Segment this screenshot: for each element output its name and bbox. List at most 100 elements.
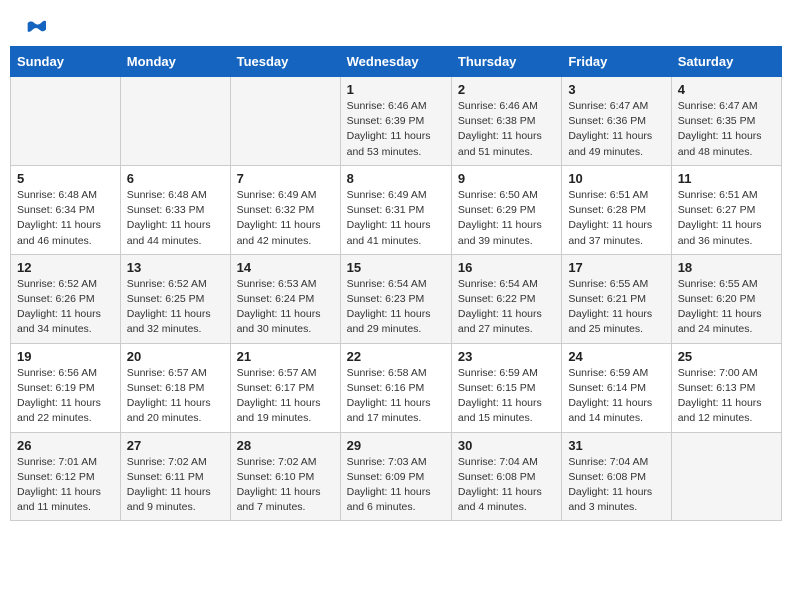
- calendar-cell: 7 Sunrise: 6:49 AM Sunset: 6:32 PM Daylig…: [230, 165, 340, 254]
- day-info: Sunrise: 6:57 AM Sunset: 6:17 PM Dayligh…: [237, 366, 334, 427]
- day-info: Sunrise: 6:54 AM Sunset: 6:22 PM Dayligh…: [458, 277, 555, 338]
- calendar-week-2: 12 Sunrise: 6:52 AM Sunset: 6:26 PM Dayli…: [11, 254, 782, 343]
- weekday-header-monday: Monday: [120, 47, 230, 77]
- calendar-cell: [230, 77, 340, 166]
- day-info: Sunrise: 7:02 AM Sunset: 6:11 PM Dayligh…: [127, 455, 224, 516]
- day-info: Sunrise: 6:58 AM Sunset: 6:16 PM Dayligh…: [347, 366, 445, 427]
- day-number: 14: [237, 260, 334, 275]
- calendar-cell: 28 Sunrise: 7:02 AM Sunset: 6:10 PM Dayli…: [230, 432, 340, 521]
- calendar-header: SundayMondayTuesdayWednesdayThursdayFrid…: [11, 47, 782, 77]
- day-number: 25: [678, 349, 775, 364]
- day-number: 24: [568, 349, 664, 364]
- day-number: 13: [127, 260, 224, 275]
- day-number: 18: [678, 260, 775, 275]
- calendar-week-0: 1 Sunrise: 6:46 AM Sunset: 6:39 PM Daylig…: [11, 77, 782, 166]
- day-info: Sunrise: 7:02 AM Sunset: 6:10 PM Dayligh…: [237, 455, 334, 516]
- calendar-cell: 20Sunrise: 6:57 AM Sunset: 6:18 PM Dayli…: [120, 343, 230, 432]
- calendar-cell: 4 Sunrise: 6:47 AM Sunset: 6:35 PM Daylig…: [671, 77, 781, 166]
- day-number: 31: [568, 438, 664, 453]
- day-info: Sunrise: 6:47 AM Sunset: 6:35 PM Dayligh…: [678, 99, 775, 160]
- day-number: 12: [17, 260, 114, 275]
- day-number: 27: [127, 438, 224, 453]
- calendar-week-4: 26Sunrise: 7:01 AM Sunset: 6:12 PM Dayli…: [11, 432, 782, 521]
- calendar-cell: 21 Sunrise: 6:57 AM Sunset: 6:17 PM Dayli…: [230, 343, 340, 432]
- calendar-cell: 10Sunrise: 6:51 AM Sunset: 6:28 PM Dayli…: [562, 165, 671, 254]
- calendar-cell: 17 Sunrise: 6:55 AM Sunset: 6:21 PM Dayli…: [562, 254, 671, 343]
- day-number: 16: [458, 260, 555, 275]
- day-info: Sunrise: 7:04 AM Sunset: 6:08 PM Dayligh…: [458, 455, 555, 516]
- day-info: Sunrise: 6:55 AM Sunset: 6:21 PM Dayligh…: [568, 277, 664, 338]
- weekday-header-wednesday: Wednesday: [340, 47, 451, 77]
- weekday-header-thursday: Thursday: [451, 47, 561, 77]
- calendar-cell: 2 Sunrise: 6:46 AM Sunset: 6:38 PM Daylig…: [451, 77, 561, 166]
- calendar-cell: 9 Sunrise: 6:50 AM Sunset: 6:29 PM Daylig…: [451, 165, 561, 254]
- weekday-header-tuesday: Tuesday: [230, 47, 340, 77]
- day-info: Sunrise: 6:48 AM Sunset: 6:34 PM Dayligh…: [17, 188, 114, 249]
- calendar-cell: 12 Sunrise: 6:52 AM Sunset: 6:26 PM Dayli…: [11, 254, 121, 343]
- day-info: Sunrise: 7:00 AM Sunset: 6:13 PM Dayligh…: [678, 366, 775, 427]
- day-number: 29: [347, 438, 445, 453]
- calendar-cell: 31Sunrise: 7:04 AM Sunset: 6:08 PM Dayli…: [562, 432, 671, 521]
- calendar-cell: 13 Sunrise: 6:52 AM Sunset: 6:25 PM Dayli…: [120, 254, 230, 343]
- day-number: 2: [458, 82, 555, 97]
- calendar-cell: 26Sunrise: 7:01 AM Sunset: 6:12 PM Dayli…: [11, 432, 121, 521]
- day-info: Sunrise: 6:48 AM Sunset: 6:33 PM Dayligh…: [127, 188, 224, 249]
- calendar-cell: [120, 77, 230, 166]
- calendar-cell: 8Sunrise: 6:49 AM Sunset: 6:31 PM Daylig…: [340, 165, 451, 254]
- day-info: Sunrise: 6:50 AM Sunset: 6:29 PM Dayligh…: [458, 188, 555, 249]
- calendar-cell: 18 Sunrise: 6:55 AM Sunset: 6:20 PM Dayli…: [671, 254, 781, 343]
- calendar-cell: 14Sunrise: 6:53 AM Sunset: 6:24 PM Dayli…: [230, 254, 340, 343]
- calendar-cell: 19Sunrise: 6:56 AM Sunset: 6:19 PM Dayli…: [11, 343, 121, 432]
- weekday-header-saturday: Saturday: [671, 47, 781, 77]
- day-info: Sunrise: 6:46 AM Sunset: 6:39 PM Dayligh…: [347, 99, 445, 160]
- day-number: 21: [237, 349, 334, 364]
- calendar-container: SundayMondayTuesdayWednesdayThursdayFrid…: [0, 46, 792, 531]
- calendar-cell: 6 Sunrise: 6:48 AM Sunset: 6:33 PM Daylig…: [120, 165, 230, 254]
- day-info: Sunrise: 7:03 AM Sunset: 6:09 PM Dayligh…: [347, 455, 445, 516]
- calendar-cell: 11 Sunrise: 6:51 AM Sunset: 6:27 PM Dayli…: [671, 165, 781, 254]
- day-number: 23: [458, 349, 555, 364]
- day-info: Sunrise: 6:52 AM Sunset: 6:25 PM Dayligh…: [127, 277, 224, 338]
- calendar-cell: 30 Sunrise: 7:04 AM Sunset: 6:08 PM Dayli…: [451, 432, 561, 521]
- day-number: 11: [678, 171, 775, 186]
- logo-wave-icon: [26, 18, 46, 38]
- day-number: 20: [127, 349, 224, 364]
- calendar-cell: 5 Sunrise: 6:48 AM Sunset: 6:34 PM Daylig…: [11, 165, 121, 254]
- day-info: Sunrise: 6:51 AM Sunset: 6:27 PM Dayligh…: [678, 188, 775, 249]
- day-number: 10: [568, 171, 664, 186]
- calendar-cell: 24 Sunrise: 6:59 AM Sunset: 6:14 PM Dayli…: [562, 343, 671, 432]
- calendar-cell: 22Sunrise: 6:58 AM Sunset: 6:16 PM Dayli…: [340, 343, 451, 432]
- calendar-cell: 16 Sunrise: 6:54 AM Sunset: 6:22 PM Dayli…: [451, 254, 561, 343]
- calendar-cell: 27 Sunrise: 7:02 AM Sunset: 6:11 PM Dayli…: [120, 432, 230, 521]
- weekday-header-friday: Friday: [562, 47, 671, 77]
- calendar-week-1: 5 Sunrise: 6:48 AM Sunset: 6:34 PM Daylig…: [11, 165, 782, 254]
- day-info: Sunrise: 6:59 AM Sunset: 6:14 PM Dayligh…: [568, 366, 664, 427]
- day-info: Sunrise: 6:52 AM Sunset: 6:26 PM Dayligh…: [17, 277, 114, 338]
- day-number: 9: [458, 171, 555, 186]
- calendar-cell: [671, 432, 781, 521]
- calendar-cell: 3Sunrise: 6:47 AM Sunset: 6:36 PM Daylig…: [562, 77, 671, 166]
- weekday-header-sunday: Sunday: [11, 47, 121, 77]
- day-number: 7: [237, 171, 334, 186]
- day-number: 26: [17, 438, 114, 453]
- day-info: Sunrise: 6:55 AM Sunset: 6:20 PM Dayligh…: [678, 277, 775, 338]
- day-info: Sunrise: 6:46 AM Sunset: 6:38 PM Dayligh…: [458, 99, 555, 160]
- day-info: Sunrise: 6:54 AM Sunset: 6:23 PM Dayligh…: [347, 277, 445, 338]
- day-number: 15: [347, 260, 445, 275]
- calendar-cell: [11, 77, 121, 166]
- day-number: 19: [17, 349, 114, 364]
- day-number: 6: [127, 171, 224, 186]
- calendar-cell: 15 Sunrise: 6:54 AM Sunset: 6:23 PM Dayli…: [340, 254, 451, 343]
- logo: [24, 18, 46, 36]
- day-number: 8: [347, 171, 445, 186]
- day-number: 5: [17, 171, 114, 186]
- day-number: 17: [568, 260, 664, 275]
- day-number: 4: [678, 82, 775, 97]
- day-info: Sunrise: 6:59 AM Sunset: 6:15 PM Dayligh…: [458, 366, 555, 427]
- day-number: 30: [458, 438, 555, 453]
- calendar-table: SundayMondayTuesdayWednesdayThursdayFrid…: [10, 46, 782, 521]
- calendar-cell: 29 Sunrise: 7:03 AM Sunset: 6:09 PM Dayli…: [340, 432, 451, 521]
- day-info: Sunrise: 6:49 AM Sunset: 6:32 PM Dayligh…: [237, 188, 334, 249]
- day-number: 28: [237, 438, 334, 453]
- day-number: 1: [347, 82, 445, 97]
